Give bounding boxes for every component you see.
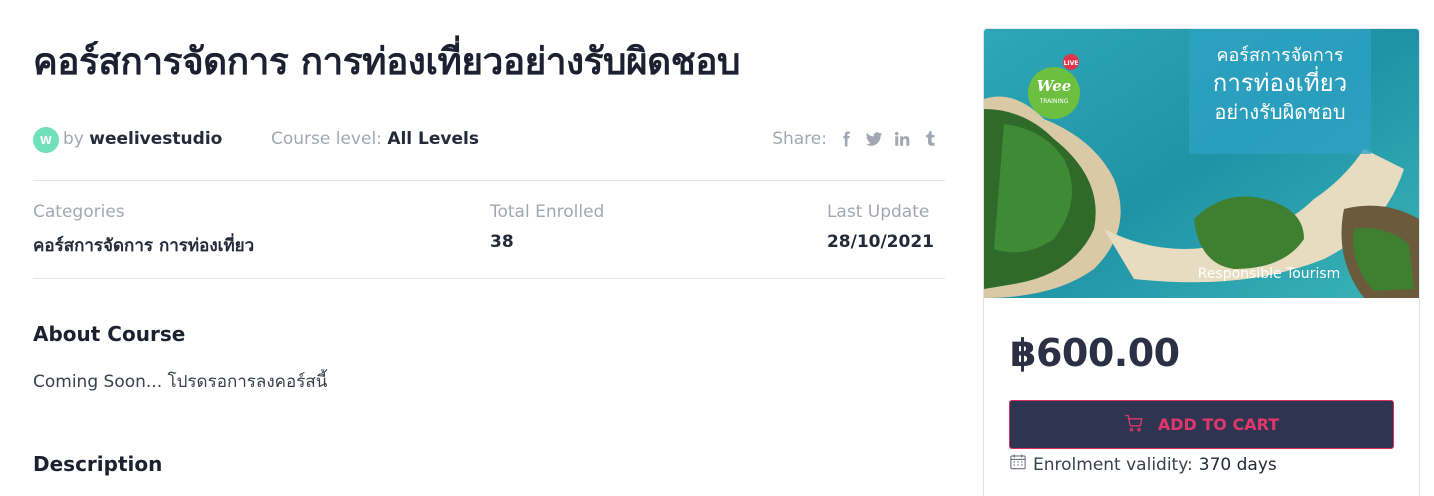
course-title: คอร์สการจัดการ การท่องเที่ยวอย่างรับผิดช…: [33, 40, 740, 83]
enrolled-value: 38: [490, 232, 514, 252]
thumb-logo-sub: TRAINING: [1039, 98, 1069, 105]
twitter-icon[interactable]: [865, 130, 883, 148]
cart-icon: [1124, 413, 1144, 437]
stat-enrolled: Total Enrolled 38: [490, 202, 604, 252]
about-course-heading: About Course: [33, 322, 186, 346]
last-update-label: Last Update: [826, 202, 930, 222]
course-price: ฿600.00: [1010, 331, 1180, 375]
thumb-caption: Responsible Tourism: [1198, 266, 1341, 282]
course-level-value: All Levels: [387, 129, 479, 149]
course-meta-row: W by weelivestudio Course level: All Lev…: [33, 126, 945, 156]
divider-top: [33, 180, 945, 181]
enrolment-validity: Enrolment validity: 370 days: [1009, 453, 1277, 476]
stat-last-update: Last Update 28/10/2021: [827, 202, 934, 252]
validity-value: 370 days: [1198, 454, 1277, 475]
categories-label: Categories: [33, 202, 125, 222]
facebook-icon[interactable]: [837, 130, 855, 148]
tumblr-icon[interactable]: [921, 130, 939, 148]
course-level-label: Course level:: [271, 129, 388, 149]
thumb-title-line2: การท่องเที่ยว: [1213, 66, 1347, 97]
add-to-cart-button[interactable]: ADD TO CART: [1009, 400, 1394, 449]
about-course-text: Coming Soon... โปรดรอการลงคอร์สนี้: [33, 372, 328, 392]
course-sidebar-card: LIVE Wee TRAINING คอร์สการจัดการ การท่อง…: [983, 28, 1420, 496]
categories-value[interactable]: คอร์สการจัดการ การท่องเที่ยว: [33, 232, 254, 259]
enrolled-label: Total Enrolled: [490, 202, 605, 222]
description-heading: Description: [33, 452, 163, 476]
linkedin-icon[interactable]: [893, 130, 911, 148]
author-byline: by weelivestudio: [63, 129, 222, 149]
author-link[interactable]: weelivestudio: [89, 129, 222, 149]
share-bar: Share:: [772, 129, 939, 149]
course-level: Course level: All Levels: [271, 129, 479, 149]
stat-categories: Categories คอร์สการจัดการ การท่องเที่ยว: [33, 202, 254, 259]
add-to-cart-label: ADD TO CART: [1157, 415, 1280, 434]
share-label: Share:: [772, 129, 827, 149]
course-thumbnail: LIVE Wee TRAINING คอร์สการจัดการ การท่อง…: [984, 29, 1419, 298]
divider-bottom: [33, 278, 945, 279]
last-update-value: 28/10/2021: [826, 232, 934, 252]
thumb-title-line1: คอร์สการจัดการ: [1216, 45, 1343, 66]
thumb-title-line3: อย่างรับผิดชอบ: [1214, 100, 1345, 124]
validity-label: Enrolment validity:: [1033, 454, 1193, 475]
thumb-logo-text: Wee: [1037, 77, 1072, 95]
thumb-logo-badge: LIVE: [1064, 60, 1079, 67]
calendar-icon: [1009, 453, 1027, 476]
author-avatar[interactable]: W: [33, 127, 59, 153]
by-prefix: by: [63, 129, 90, 149]
